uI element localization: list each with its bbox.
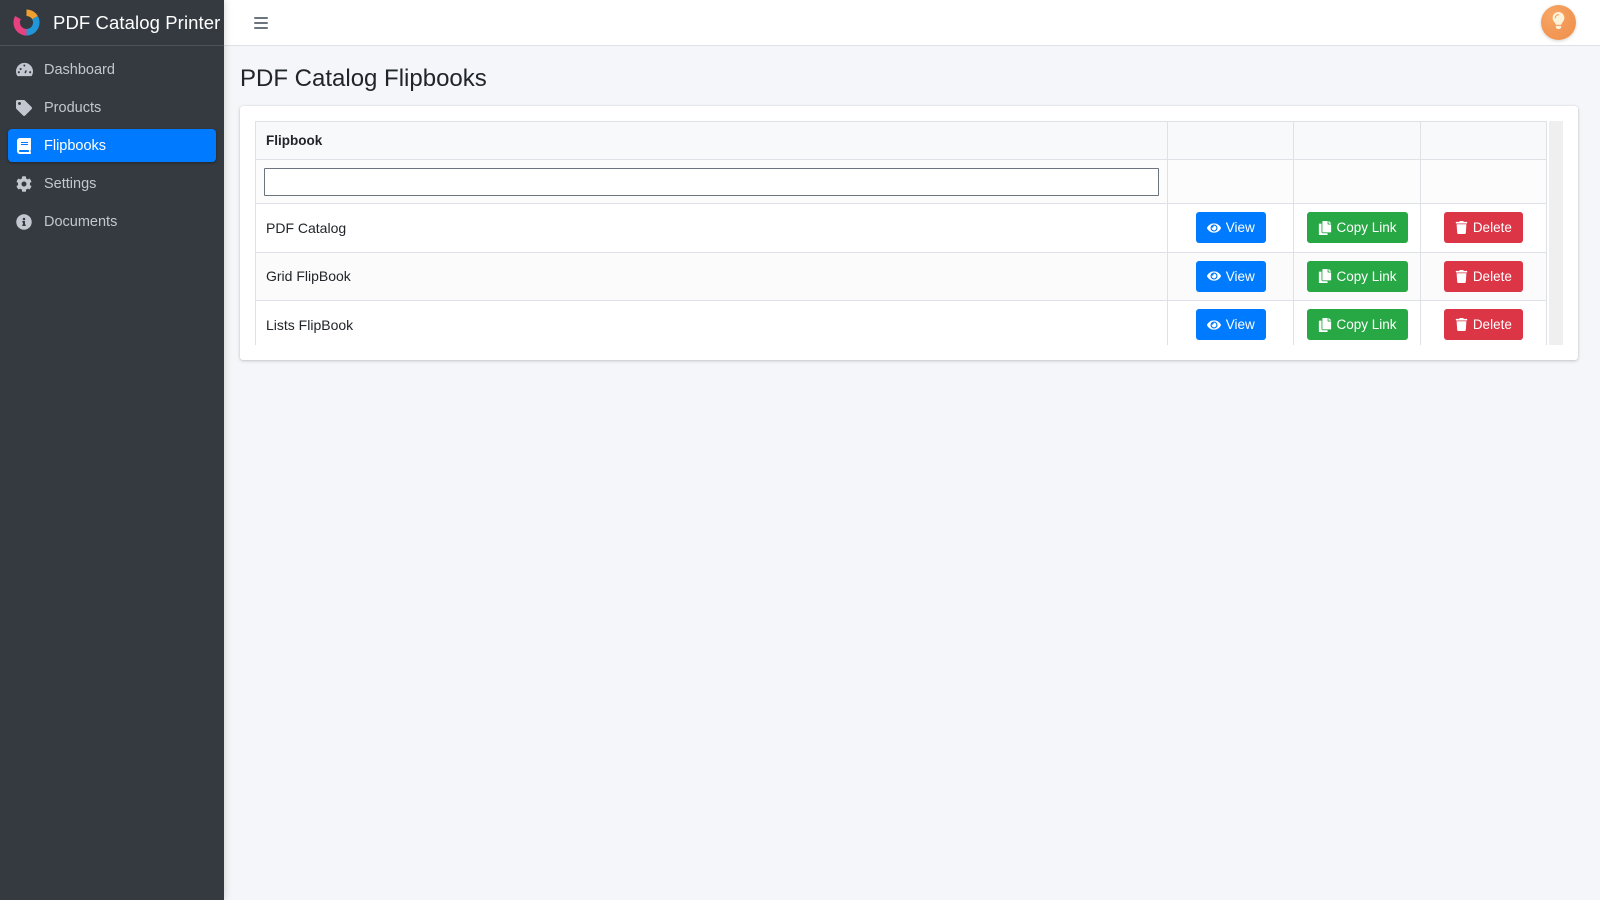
copy-link-button-label: Copy Link	[1336, 317, 1397, 333]
copy-link-cell: Copy Link	[1293, 251, 1421, 302]
table-row: Lists FlipBook View Copy Link Delete	[255, 300, 1548, 346]
trash-icon	[1455, 318, 1468, 332]
sidebar-nav: Dashboard Products Flipbooks Settings Do…	[0, 46, 224, 243]
lightbulb-icon	[1550, 11, 1567, 34]
hamburger-bar	[254, 21, 268, 24]
delete-button-label: Delete	[1472, 220, 1512, 236]
copy-icon	[1318, 269, 1332, 284]
copy-link-button-label: Copy Link	[1336, 268, 1397, 284]
table-head: Flipbook	[255, 121, 1548, 161]
sidebar-item-label: Products	[44, 99, 102, 116]
delete-button[interactable]: Delete	[1443, 260, 1523, 292]
view-button-label: View	[1225, 317, 1255, 333]
book-icon	[16, 137, 40, 154]
view-cell: View	[1167, 300, 1295, 346]
tri-color-circle-logo-icon	[10, 6, 43, 39]
delete-button-label: Delete	[1472, 268, 1512, 284]
view-cell: View	[1167, 203, 1295, 253]
copy-link-button[interactable]: Copy Link	[1306, 309, 1408, 341]
table-filter-row	[255, 159, 1548, 205]
table-header-row: Flipbook	[255, 121, 1548, 161]
flipbooks-card: Flipbook PDF Catalog View Copy Link Dele…	[240, 106, 1578, 361]
sidebar-item-label: Dashboard	[44, 61, 115, 78]
sidebar-item-label: Flipbooks	[44, 137, 107, 154]
flipbook-name: Grid FlipBook	[255, 251, 1169, 302]
eye-icon	[1206, 318, 1221, 332]
topbar	[224, 0, 1600, 46]
help-button[interactable]	[1541, 5, 1576, 40]
page-title: PDF Catalog Flipbooks	[240, 65, 487, 92]
sidebar-item-documents[interactable]: Documents	[8, 205, 216, 238]
delete-cell: Delete	[1419, 203, 1548, 253]
sidebar-item-settings[interactable]: Settings	[8, 167, 216, 200]
delete-button[interactable]: Delete	[1443, 212, 1523, 244]
brand-link[interactable]: PDF Catalog Printer	[0, 0, 224, 46]
copy-link-button[interactable]: Copy Link	[1306, 260, 1408, 292]
eye-icon	[1206, 221, 1221, 235]
sidebar-item-label: Settings	[44, 175, 97, 192]
column-header-flipbook[interactable]: Flipbook	[255, 121, 1169, 161]
table-row: Grid FlipBook View Copy Link Delete	[255, 251, 1548, 302]
filter-cell-blank	[1167, 159, 1295, 205]
delete-button[interactable]: Delete	[1443, 309, 1523, 341]
copy-link-button-label: Copy Link	[1336, 220, 1397, 236]
eye-icon	[1206, 269, 1221, 283]
sidebar-item-dashboard[interactable]: Dashboard	[8, 53, 216, 86]
table-body: PDF Catalog View Copy Link Delete Grid F…	[255, 159, 1548, 346]
table-scroll-container[interactable]: Flipbook PDF Catalog View Copy Link Dele…	[255, 121, 1563, 346]
sidebar-item-flipbooks[interactable]: Flipbooks	[8, 129, 216, 162]
column-header-copy	[1293, 121, 1421, 161]
copy-icon	[1318, 220, 1332, 235]
hamburger-bar	[254, 16, 268, 19]
column-header-delete	[1419, 121, 1548, 161]
delete-button-label: Delete	[1472, 317, 1512, 333]
copy-link-cell: Copy Link	[1293, 203, 1421, 253]
delete-cell: Delete	[1419, 251, 1548, 302]
content-header: PDF Catalog Flipbooks	[224, 46, 1600, 102]
brand-title: PDF Catalog Printer	[53, 11, 221, 33]
info-circle-icon	[16, 213, 40, 230]
view-button[interactable]: View	[1195, 260, 1266, 292]
app-root: PDF Catalog Printer Dashboard Products F…	[0, 0, 1600, 900]
filter-cell-flipbook	[255, 159, 1169, 205]
sidebar: PDF Catalog Printer Dashboard Products F…	[0, 0, 224, 900]
flipbook-name: Lists FlipBook	[255, 300, 1169, 346]
main-area: PDF Catalog Flipbooks Flipbook PDF Catal…	[224, 0, 1600, 900]
hamburger-icon[interactable]	[248, 10, 274, 36]
flipbook-filter-input[interactable]	[264, 167, 1160, 196]
table-row: PDF Catalog View Copy Link Delete	[255, 203, 1548, 253]
content-area: Flipbook PDF Catalog View Copy Link Dele…	[224, 102, 1600, 900]
copy-link-button[interactable]: Copy Link	[1306, 212, 1408, 244]
flipbooks-table: Flipbook PDF Catalog View Copy Link Dele…	[255, 121, 1548, 346]
gear-icon	[16, 175, 40, 192]
sidebar-item-products[interactable]: Products	[8, 91, 216, 124]
copy-link-cell: Copy Link	[1293, 300, 1421, 346]
filter-cell-blank	[1293, 159, 1421, 205]
tag-icon	[16, 99, 40, 116]
delete-cell: Delete	[1419, 300, 1548, 346]
flipbook-name: PDF Catalog	[255, 203, 1169, 253]
view-button[interactable]: View	[1195, 309, 1266, 341]
view-button[interactable]: View	[1195, 212, 1266, 244]
sidebar-item-label: Documents	[44, 213, 118, 230]
view-cell: View	[1167, 251, 1295, 302]
trash-icon	[1455, 269, 1468, 283]
hamburger-bar	[254, 26, 268, 29]
filter-cell-blank	[1419, 159, 1548, 205]
trash-icon	[1455, 221, 1468, 235]
view-button-label: View	[1225, 220, 1255, 236]
tachometer-icon	[16, 61, 40, 78]
copy-icon	[1318, 317, 1332, 332]
view-button-label: View	[1225, 268, 1255, 284]
column-header-view	[1167, 121, 1295, 161]
